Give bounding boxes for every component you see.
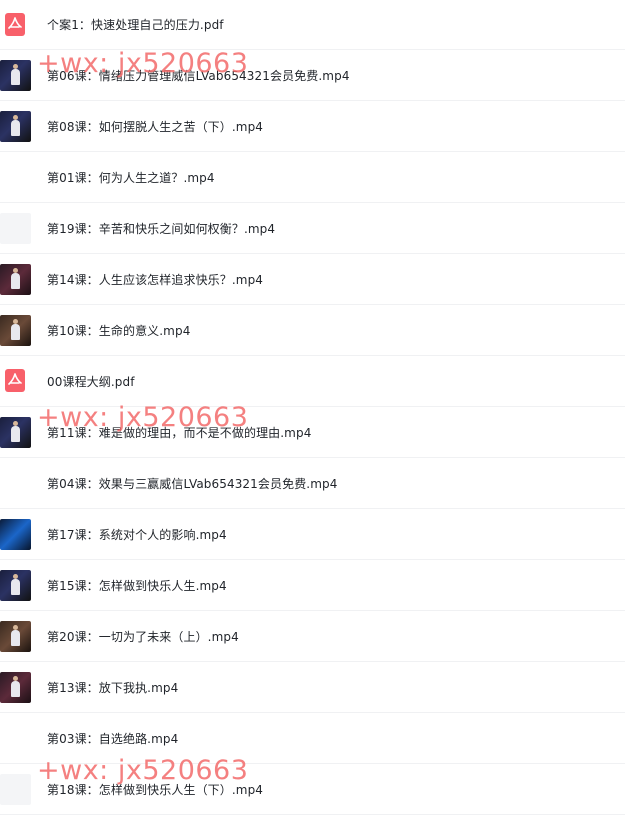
file-name: 第20课：一切为了未来（上）.mp4 (47, 629, 239, 644)
file-name: 个案1：快速处理自己的压力.pdf (47, 18, 224, 32)
video-thumbnail (0, 519, 31, 550)
file-row-0[interactable]: 个案1：快速处理自己的压力.pdf (0, 0, 625, 50)
file-row-15[interactable]: 第18课：怎样做到快乐人生（下）.mp4 (0, 764, 625, 815)
video-thumbnail (0, 723, 31, 754)
file-name: 第14课：人生应该怎样追求快乐？.mp4 (47, 272, 264, 287)
file-row-1[interactable]: 第06课：情绪压力管理威信LVab654321会员免费.mp4 (0, 50, 625, 101)
file-row-12[interactable]: 第20课：一切为了未来（上）.mp4 (0, 611, 625, 662)
file-name: 第11课：难是做的理由，而不是不做的理由.mp4 (47, 425, 312, 440)
file-name: 第04课：效果与三赢威信LVab654321会员免费.mp4 (47, 476, 338, 491)
file-name: 第06课：情绪压力管理威信LVab654321会员免费.mp4 (47, 68, 350, 83)
video-thumbnail (0, 315, 31, 346)
video-thumbnail (0, 111, 31, 142)
video-thumbnail (0, 468, 31, 499)
file-name: 第13课：放下我执.mp4 (47, 680, 179, 695)
video-thumbnail (0, 774, 31, 805)
video-thumbnail (0, 621, 31, 652)
file-row-5[interactable]: 第14课：人生应该怎样追求快乐？.mp4 (0, 254, 625, 305)
video-thumbnail (0, 213, 31, 244)
file-name: 第08课：如何摆脱人生之苦（下）.mp4 (47, 119, 264, 134)
file-row-13[interactable]: 第13课：放下我执.mp4 (0, 662, 625, 713)
file-name: 第17课：系统对个人的影响.mp4 (47, 527, 227, 542)
file-row-14[interactable]: 第03课：自选绝路.mp4 (0, 713, 625, 764)
file-row-3[interactable]: 第01课：何为人生之道？.mp4 (0, 152, 625, 203)
file-name: 第03课：自选绝路.mp4 (47, 731, 179, 746)
file-name: 第15课：怎样做到快乐人生.mp4 (47, 578, 227, 593)
pdf-file-icon (5, 13, 25, 36)
pdf-file-icon (5, 369, 25, 392)
file-row-8[interactable]: 第11课：难是做的理由，而不是不做的理由.mp4 (0, 407, 625, 458)
file-row-10[interactable]: 第17课：系统对个人的影响.mp4 (0, 509, 625, 560)
video-thumbnail (0, 570, 31, 601)
file-row-9[interactable]: 第04课：效果与三赢威信LVab654321会员免费.mp4 (0, 458, 625, 509)
video-thumbnail (0, 162, 31, 193)
file-row-7[interactable]: 00课程大纲.pdf (0, 356, 625, 407)
file-name: 第10课：生命的意义.mp4 (47, 323, 191, 338)
file-row-4[interactable]: 第19课：辛苦和快乐之间如何权衡？.mp4 (0, 203, 625, 254)
file-row-11[interactable]: 第15课：怎样做到快乐人生.mp4 (0, 560, 625, 611)
file-name: 00课程大纲.pdf (47, 374, 135, 389)
video-thumbnail (0, 417, 31, 448)
video-thumbnail (0, 264, 31, 295)
file-row-2[interactable]: 第08课：如何摆脱人生之苦（下）.mp4 (0, 101, 625, 152)
file-name: 第01课：何为人生之道？.mp4 (47, 170, 215, 185)
file-name: 第19课：辛苦和快乐之间如何权衡？.mp4 (47, 221, 276, 236)
video-thumbnail (0, 672, 31, 703)
file-list: 个案1：快速处理自己的压力.pdf 第06课：情绪压力管理威信LVab65432… (0, 0, 625, 815)
file-name: 第18课：怎样做到快乐人生（下）.mp4 (47, 782, 264, 797)
file-row-6[interactable]: 第10课：生命的意义.mp4 (0, 305, 625, 356)
video-thumbnail (0, 60, 31, 91)
